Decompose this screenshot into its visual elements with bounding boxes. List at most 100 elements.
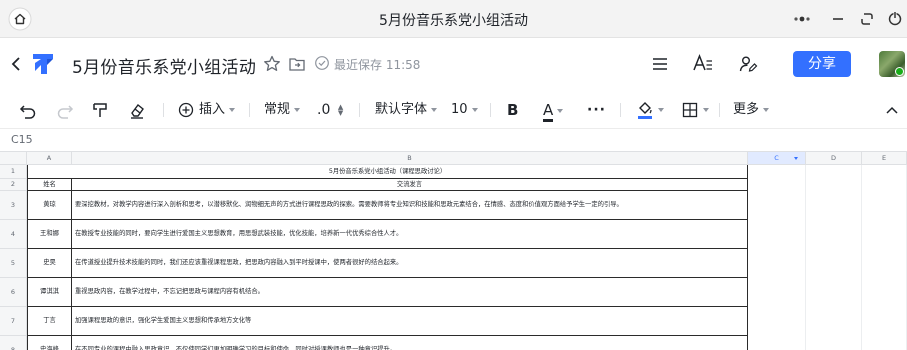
fill-color-button[interactable] [636,99,664,121]
add-collaborator-button[interactable] [738,54,758,74]
back-button[interactable] [8,54,26,74]
row-header[interactable]: 3 [0,191,27,220]
favorite-button[interactable] [262,54,282,74]
number-format-label: 常规 [264,102,291,117]
more-options-button[interactable] [790,7,814,31]
toolbar-divider [359,103,360,117]
header-content-cell[interactable]: 交流发言 [72,179,748,191]
decimal-places-button[interactable]: .0 ▲ ▼ [317,99,343,121]
font-size-select[interactable]: 10 [451,99,478,121]
online-badge [895,67,904,76]
row-header[interactable]: 5 [0,249,27,278]
undo-button[interactable] [18,99,38,121]
restore-button[interactable] [855,7,879,31]
header-name-cell[interactable]: 姓名 [27,179,72,191]
hamburger-icon [653,58,667,70]
avatar[interactable] [879,51,905,77]
name-cell[interactable]: 王和娜 [27,220,72,249]
empty-column-c[interactable] [748,165,806,350]
clear-format-button[interactable] [127,99,147,121]
minimize-button[interactable] [826,7,850,31]
close-button[interactable] [883,7,907,31]
toolbar-divider [490,103,491,117]
chevron-down-icon [557,108,564,113]
format-painter-button[interactable] [90,99,110,121]
share-button[interactable]: 分享 [793,51,851,77]
spreadsheet-grid[interactable]: A B C D E 1 5月份音乐系党小组活动（课程思政讨论） 2 姓名 交流发… [0,152,907,350]
collapse-toolbar-button[interactable] [885,99,899,121]
saved-check-icon [314,55,330,71]
sheet-title-cell[interactable]: 5月份音乐系党小组活动（课程思政讨论） [27,165,748,179]
minimize-icon [833,18,843,20]
name-cell[interactable]: 史昊 [27,249,72,278]
toolbar-divider [163,103,164,117]
empty-column-d[interactable] [806,165,862,350]
column-header[interactable]: E [862,152,907,165]
redo-button[interactable] [55,99,75,121]
font-size-label: 10 [451,102,468,117]
empty-column-e[interactable] [862,165,907,350]
more-menu[interactable]: 更多 [733,99,770,121]
font-size-icon [693,53,712,71]
column-header[interactable]: B [72,152,748,165]
more-dots-icon [794,16,810,22]
document-title[interactable]: 5月份音乐系党小组活动 [72,53,256,78]
column-header[interactable]: D [806,152,862,165]
name-cell[interactable]: 黄琼 [27,191,72,220]
chevron-up-icon [886,106,898,114]
row-header[interactable]: 1 [0,165,27,179]
row-header[interactable]: 7 [0,307,27,336]
content-cell[interactable]: 在教授专业技能的同时，要向学生进行爱国主义思想教育，用思想武装技能，优化技能，培… [72,220,748,249]
cell-reference[interactable]: C15 [11,133,33,146]
text-format-button[interactable] [692,53,714,73]
decimal-label: .0 [317,102,331,118]
toolbar-divider [620,103,621,117]
app-logo [30,51,56,77]
close-icon [888,12,902,26]
name-cell[interactable]: 丁言 [27,307,72,336]
column-header[interactable]: A [27,152,72,165]
formatting-toolbar: 插入 常规 .0 ▲ ▼ 默认字体 10 B A ··· 更多 [0,90,907,128]
number-format-select[interactable]: 常规 [264,99,301,121]
chevron-down-icon [229,108,236,112]
window-title: 5月份音乐系党小组活动 [379,13,528,29]
app-logo-icon [33,54,53,74]
row-header[interactable]: 4 [0,220,27,249]
insert-menu[interactable]: 插入 [178,99,236,121]
select-all-corner[interactable] [0,152,27,165]
more-format-button[interactable]: ··· [587,99,606,121]
star-icon [264,55,280,71]
row-header[interactable]: 2 [0,179,27,191]
save-status: 最近保存 11:58 [334,58,421,72]
row-header[interactable]: 6 [0,278,27,307]
format-painter-icon [93,103,107,117]
name-cell[interactable]: 史海峰 [27,336,72,350]
user-edit-icon [739,56,758,72]
borders-button[interactable] [681,99,709,121]
plus-circle-icon [178,102,194,118]
border-grid-icon [682,102,698,118]
chevron-down-icon [431,107,438,112]
chevron-down-icon [703,108,709,112]
name-cell[interactable]: 谭淇淇 [27,278,72,307]
content-cell[interactable]: 在不同专业的课程中融入思政意识，不仅使同学们更加明确学习的目标和使命，同时对授课… [72,336,748,350]
paint-bucket-icon [638,102,652,119]
chevron-down-icon [763,107,770,112]
menu-button[interactable] [650,54,670,74]
document-header: 5月份音乐系党小组活动 最近保存 11:58 分享 [0,38,907,90]
chevron-down-icon [294,107,301,112]
font-color-button[interactable]: A [543,99,564,122]
window-title-bar: 5月份音乐系党小组活动 [0,0,907,38]
content-cell[interactable]: 加强课程思政的意识，强化学生爱国主义思想和传承地方文化等 [72,307,748,336]
content-cell[interactable]: 要深挖教材，对教学内容进行深入剖析和思考，以潜移默化、润物细无声的方式进行课程思… [72,191,748,220]
formula-bar: C15 [0,128,907,152]
bold-button[interactable]: B [507,99,518,121]
content-cell[interactable]: 重视思政内容，在教学过程中，不忘记把思政与课程内容有机结合。 [72,278,748,307]
column-header-selected[interactable]: C [748,152,806,165]
stepper-arrows-icon: ▲ ▼ [337,103,344,117]
move-to-folder-button[interactable] [287,54,307,74]
font-family-select[interactable]: 默认字体 [375,99,438,121]
chevron-left-icon [11,57,20,71]
row-header[interactable]: 8 [0,336,27,350]
content-cell[interactable]: 在传道授业提升技术技能的同时，我们还应该重视课程思政，把思政内容融入到平时授课中… [72,249,748,278]
